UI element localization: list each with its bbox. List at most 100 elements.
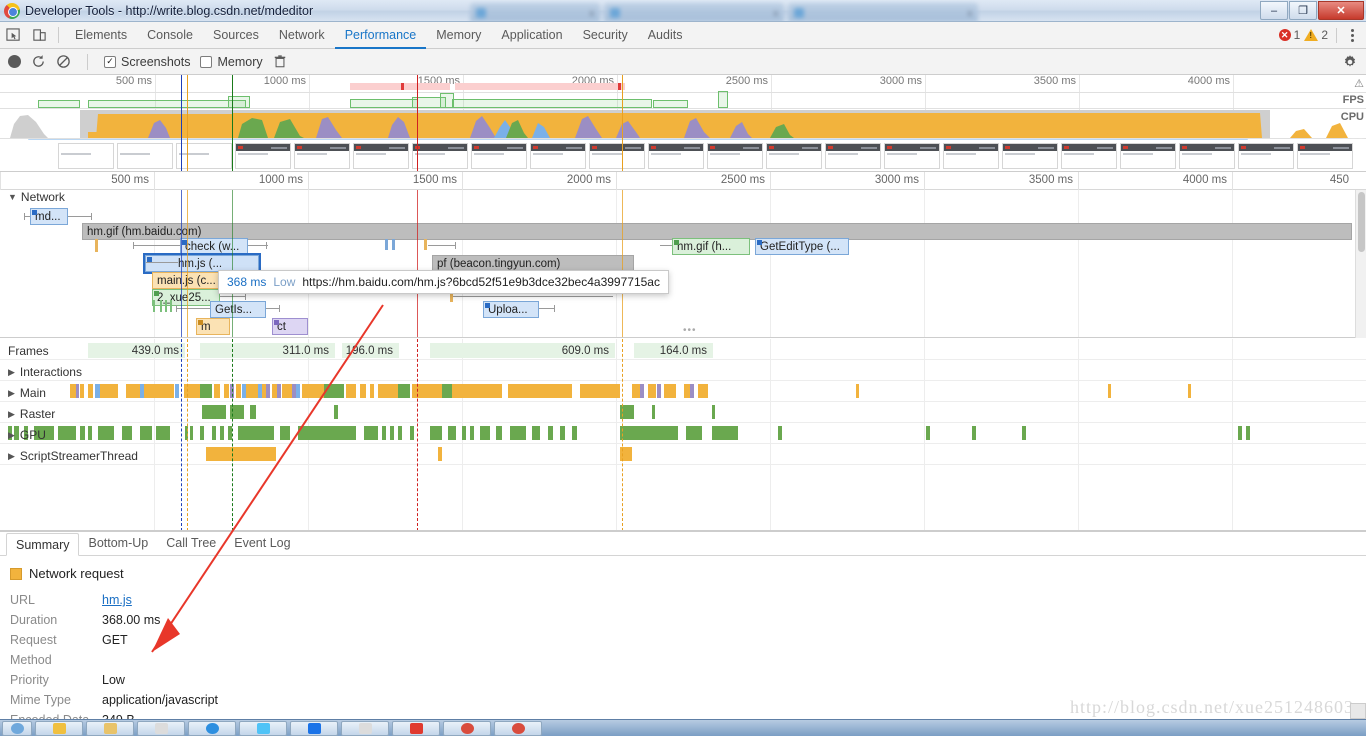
tab-sources[interactable]: Sources xyxy=(203,22,269,49)
request-bar[interactable]: Uploa... xyxy=(483,301,539,318)
error-badge[interactable]: ✕ 1 xyxy=(1278,28,1300,42)
long-task-bar xyxy=(455,83,625,90)
windows-taskbar[interactable] xyxy=(0,719,1366,736)
filmstrip-frame[interactable] xyxy=(1061,143,1117,169)
filmstrip-frame[interactable] xyxy=(530,143,586,169)
track-scriptstreamerthread-label: ScriptStreamerThread xyxy=(19,449,138,463)
filmstrip-frame[interactable] xyxy=(825,143,881,169)
track-main[interactable]: ▶ Main xyxy=(8,386,46,400)
tab-elements[interactable]: Elements xyxy=(65,22,137,49)
track-interactions[interactable]: ▶ Interactions xyxy=(8,365,82,379)
start-button[interactable] xyxy=(2,720,32,736)
toolbar-right xyxy=(1342,54,1366,70)
detail-tab-event-log[interactable]: Event Log xyxy=(225,532,299,555)
taskbar-item[interactable] xyxy=(86,720,134,736)
filmstrip-frame[interactable] xyxy=(353,143,409,169)
gear-icon[interactable] xyxy=(1342,54,1358,70)
filmstrip-frame[interactable] xyxy=(235,143,291,169)
resize-handle[interactable]: ••• xyxy=(683,325,697,336)
close-button[interactable]: ✕ xyxy=(1318,1,1364,20)
frame-duration-cell[interactable]: 196.0 ms xyxy=(342,343,400,358)
frame-duration-cell[interactable]: 439.0 ms xyxy=(88,343,186,358)
frame-duration-cell[interactable]: 609.0 ms xyxy=(430,343,616,358)
filmstrip-frame[interactable] xyxy=(766,143,822,169)
maximize-button[interactable]: ❐ xyxy=(1289,1,1317,20)
filmstrip-frame[interactable] xyxy=(648,143,704,169)
warning-badge[interactable]: 2 xyxy=(1304,28,1328,42)
record-button[interactable] xyxy=(8,55,21,68)
request-bar[interactable]: GetIs... xyxy=(210,301,266,318)
interactions-row[interactable] xyxy=(0,360,1366,381)
request-bar[interactable]: check (w... xyxy=(180,238,248,255)
taskbar-item[interactable] xyxy=(35,720,83,736)
kebab-menu-icon[interactable] xyxy=(1345,28,1360,42)
chevron-right-icon: ▶ xyxy=(8,366,15,377)
filmstrip-frame[interactable] xyxy=(707,143,763,169)
track-raster[interactable]: ▶ Raster xyxy=(8,407,55,421)
detail-tab-summary[interactable]: Summary xyxy=(6,533,80,556)
track-main-label: Main xyxy=(19,386,46,400)
track-gpu[interactable]: ▶ GPU xyxy=(8,428,46,442)
tab-audits[interactable]: Audits xyxy=(638,22,693,49)
window-title: Developer Tools - http://write.blog.csdn… xyxy=(25,3,314,18)
filmstrip-frame[interactable] xyxy=(1297,143,1353,169)
network-scrollbar[interactable] xyxy=(1355,190,1366,338)
scroll-corner[interactable] xyxy=(1350,703,1366,719)
flame-chart-tracks[interactable]: Frames 439.0 ms 311.0 ms 196.0 ms 609.0 … xyxy=(0,339,1366,531)
filmstrip-frame[interactable] xyxy=(1120,143,1176,169)
request-bar[interactable]: md... xyxy=(30,208,68,225)
filmstrip-frame[interactable] xyxy=(1179,143,1235,169)
tab-console[interactable]: Console xyxy=(137,22,203,49)
gpu-flame-bars xyxy=(8,426,1250,440)
taskbar-item[interactable] xyxy=(239,720,287,736)
filmstrip-frame[interactable] xyxy=(884,143,940,169)
filmstrip-frame[interactable] xyxy=(176,143,232,169)
taskbar-item[interactable] xyxy=(188,720,236,736)
watermark: http://blog.csdn.net/xue251248603 xyxy=(1070,697,1354,717)
filmstrip-frame[interactable] xyxy=(117,143,173,169)
filmstrip-frame[interactable] xyxy=(1002,143,1058,169)
memory-checkbox[interactable]: Memory xyxy=(200,55,263,69)
tab-application[interactable]: Application xyxy=(491,22,572,49)
taskbar-item[interactable] xyxy=(290,720,338,736)
tab-network[interactable]: Network xyxy=(269,22,335,49)
request-bar[interactable]: m xyxy=(196,318,230,335)
filmstrip-frame[interactable] xyxy=(412,143,468,169)
request-bar[interactable]: GetEditType (... xyxy=(755,238,849,255)
tab-memory[interactable]: Memory xyxy=(426,22,491,49)
filmstrip-frame[interactable] xyxy=(589,143,645,169)
minimize-button[interactable]: – xyxy=(1260,1,1288,20)
request-bar[interactable]: hm.gif (h... xyxy=(672,238,750,255)
taskbar-item[interactable] xyxy=(392,720,440,736)
url-link[interactable]: hm.js xyxy=(102,593,132,607)
track-scriptstreamerthread[interactable]: ▶ ScriptStreamerThread xyxy=(8,449,138,463)
detail-tab-call-tree[interactable]: Call Tree xyxy=(157,532,225,555)
taskbar-item[interactable] xyxy=(137,720,185,736)
request-bar[interactable]: ct xyxy=(272,318,308,335)
inspect-element-icon[interactable] xyxy=(0,22,26,48)
tab-performance[interactable]: Performance xyxy=(335,22,427,49)
clear-recording-icon[interactable] xyxy=(56,54,71,69)
taskbar-item[interactable] xyxy=(494,720,542,736)
filmstrip-frame[interactable] xyxy=(1238,143,1294,169)
filmstrip[interactable] xyxy=(0,140,1366,172)
network-section-header[interactable]: ▼ Network xyxy=(8,190,65,204)
trash-icon[interactable] xyxy=(273,54,287,69)
field-value[interactable]: hm.js xyxy=(102,590,132,610)
screenshots-checkbox[interactable]: ✓ Screenshots xyxy=(104,55,190,69)
network-track[interactable]: ▼ Network md... hm.gif (hm.baidu.com) ch… xyxy=(0,190,1366,338)
filmstrip-frame[interactable] xyxy=(58,143,114,169)
fps-block xyxy=(38,100,80,108)
detail-tab-bottom-up[interactable]: Bottom-Up xyxy=(79,532,157,555)
filmstrip-frame[interactable] xyxy=(943,143,999,169)
filmstrip-frame[interactable] xyxy=(294,143,350,169)
toggle-device-toolbar-icon[interactable] xyxy=(26,22,52,48)
reload-and-record-icon[interactable] xyxy=(31,54,46,69)
taskbar-item[interactable] xyxy=(341,720,389,736)
tab-security[interactable]: Security xyxy=(573,22,638,49)
window-controls[interactable]: – ❐ ✕ xyxy=(1260,1,1364,20)
taskbar-item[interactable] xyxy=(443,720,491,736)
frame-duration-cell[interactable]: 164.0 ms xyxy=(634,343,714,358)
filmstrip-frame[interactable] xyxy=(471,143,527,169)
frame-duration-cell[interactable]: 311.0 ms xyxy=(200,343,336,358)
